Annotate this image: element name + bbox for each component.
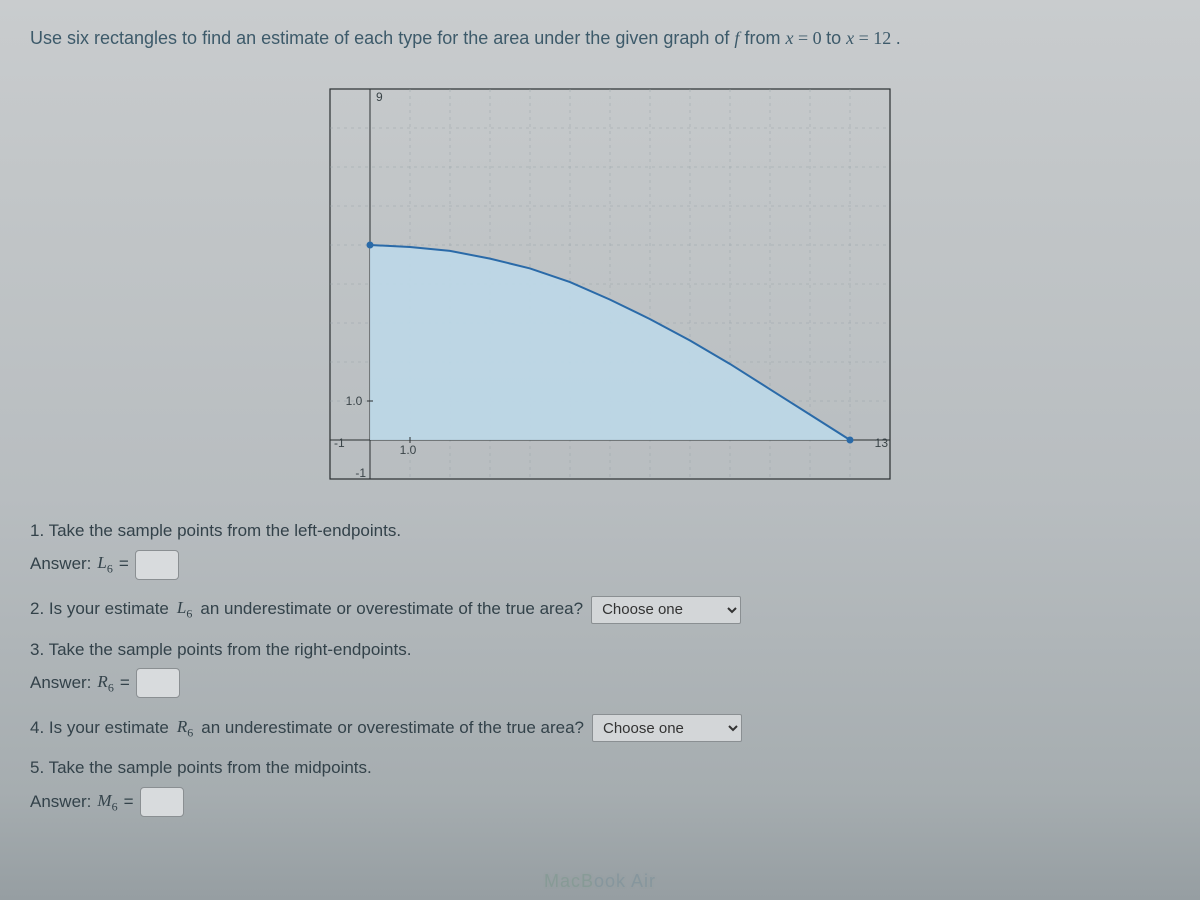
question-2-row: 2. Is your estimate L6 an underestimate …	[30, 596, 1170, 624]
answer-3-label: Answer:	[30, 671, 91, 696]
curve-end-point	[847, 437, 854, 444]
question-3: 3. Take the sample points from the right…	[30, 638, 1170, 663]
xtick-one: 1.0	[400, 443, 417, 457]
answer-5-input[interactable]	[140, 787, 184, 817]
prompt-suffix: .	[896, 28, 901, 48]
eq-sign-3: =	[120, 671, 130, 696]
xtick-thirteen: 13	[875, 436, 889, 450]
answer-3-input[interactable]	[136, 668, 180, 698]
xtick-neg1: -1	[334, 436, 345, 450]
question-2-post: an underestimate or overestimate of the …	[200, 597, 583, 622]
question-2-symbol: L6	[177, 596, 192, 623]
prompt-prefix: Use six rectangles to find an estimate o…	[30, 28, 734, 48]
question-4-row: 4. Is your estimate R6 an underestimate …	[30, 714, 1170, 742]
prompt-eq2: x = 12	[846, 28, 896, 48]
prompt-to: to	[826, 28, 846, 48]
problem-prompt: Use six rectangles to find an estimate o…	[30, 28, 1170, 49]
chart-svg: -1 1.0 13 -1 1.0 9	[290, 69, 910, 499]
ytick-neg1: -1	[355, 466, 366, 480]
ytick-nine: 9	[376, 90, 383, 104]
ytick-one: 1.0	[346, 394, 363, 408]
question-5: 5. Take the sample points from the midpo…	[30, 756, 1170, 781]
answer-1-row: Answer: L6 =	[30, 550, 1170, 580]
prompt-f: f	[734, 28, 739, 48]
answer-3-symbol: R6	[97, 670, 113, 697]
graph-container: -1 1.0 13 -1 1.0 9	[290, 69, 910, 499]
question-1: 1. Take the sample points from the left-…	[30, 519, 1170, 544]
question-4-post: an underestimate or overestimate of the …	[201, 716, 584, 741]
question-2-select[interactable]: Choose one	[591, 596, 741, 624]
answer-1-label: Answer:	[30, 552, 91, 577]
prompt-eq1: x = 0	[785, 28, 826, 48]
answer-1-input[interactable]	[135, 550, 179, 580]
chart-area	[370, 245, 850, 440]
questions-block: 1. Take the sample points from the left-…	[30, 519, 1170, 817]
question-4-symbol: R6	[177, 715, 193, 742]
eq-sign: =	[119, 552, 129, 577]
question-4-select[interactable]: Choose one	[592, 714, 742, 742]
device-watermark: MacBook Air	[544, 871, 656, 892]
answer-3-row: Answer: R6 =	[30, 668, 1170, 698]
question-2-pre: 2. Is your estimate	[30, 597, 169, 622]
eq-sign-5: =	[124, 790, 134, 815]
answer-5-label: Answer:	[30, 790, 91, 815]
answer-1-symbol: L6	[97, 551, 112, 578]
prompt-mid: from	[744, 28, 785, 48]
question-4-pre: 4. Is your estimate	[30, 716, 169, 741]
curve-start-point	[367, 242, 374, 249]
answer-5-row: Answer: M6 =	[30, 787, 1170, 817]
answer-5-symbol: M6	[97, 789, 117, 816]
